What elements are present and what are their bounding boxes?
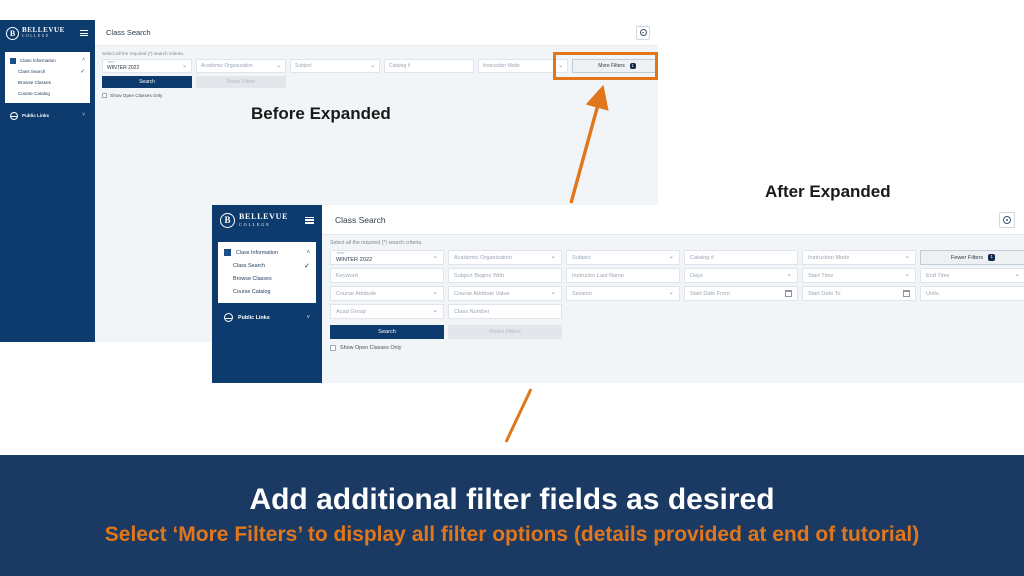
grid-icon: [224, 249, 231, 256]
chevron-down-icon[interactable]: ⌄: [433, 308, 438, 315]
search-button[interactable]: Search: [330, 325, 444, 339]
field-term[interactable]: Term * WINTER 2022 ⌄: [330, 250, 444, 265]
field-placeholder: Days: [690, 272, 703, 279]
field-placeholder: Start Date From: [690, 290, 730, 297]
field-class-number[interactable]: Class Number: [448, 304, 562, 319]
field-instructor-last-name[interactable]: Instructor Last Name: [566, 268, 680, 283]
chevron-down-icon[interactable]: ⌄: [551, 290, 556, 297]
field-subject[interactable]: Subject ⌄: [566, 250, 680, 265]
footer-subtext: Select ‘More Filters’ to display all fil…: [104, 523, 920, 547]
show-open-classes-row[interactable]: Show Open Classes Only: [330, 345, 401, 351]
footer-connector-line: [504, 388, 533, 443]
brand-line1: BELLEVUE: [239, 212, 289, 222]
field-course-attribute-value[interactable]: Course Attribute Value ⌄: [448, 286, 562, 301]
arrow-line: [569, 84, 609, 204]
field-session[interactable]: Session ⌄: [566, 286, 680, 301]
chevron-down-icon[interactable]: ⌄: [905, 272, 910, 279]
seal-icon: B: [220, 212, 235, 228]
field-placeholder: Course Attribute Value: [454, 290, 510, 297]
field-placeholder: Start Time: [808, 272, 834, 279]
field-start-date-from[interactable]: Start Date From: [684, 286, 798, 301]
chevron-down-icon[interactable]: ⌄: [1015, 272, 1020, 279]
brand-line2: C O L L E G E: [239, 221, 270, 227]
show-open-classes-label: Show Open Classes Only: [340, 345, 402, 351]
field-placeholder: Session: [572, 290, 592, 297]
chevron-down-icon[interactable]: ⌄: [905, 254, 910, 261]
gear-icon: [1003, 215, 1011, 224]
field-placeholder: Units: [926, 290, 939, 297]
fewer-filters-label: Fewer Filters: [950, 254, 984, 261]
field-placeholder: Class Number: [454, 308, 490, 315]
sidebar-item-label: Course Catalog: [233, 288, 271, 295]
chevron-down-icon[interactable]: ⌄: [551, 254, 556, 261]
nav-group-class-information[interactable]: Class Information ˄: [218, 246, 316, 259]
footer-headline: Add additional filter fields as desired: [249, 483, 775, 517]
hamburger-menu-icon[interactable]: [305, 216, 314, 224]
chevron-up-icon[interactable]: ˄: [306, 250, 310, 256]
field-academic-organization[interactable]: Academic Organization ⌄: [448, 250, 562, 265]
after-expanded-window: B BELLEVUE C O L L E G E Class Informati…: [212, 205, 1024, 383]
field-days[interactable]: Days ⌄: [684, 268, 798, 283]
field-placeholder: Keyword: [336, 272, 358, 279]
top-bar: Class Search: [322, 205, 1024, 235]
sidebar-item-public-links[interactable]: Public Links ˅: [212, 311, 322, 324]
field-placeholder: Subject: [572, 254, 591, 261]
field-placeholder: Academic Organization: [454, 254, 512, 261]
field-value: WINTER 2022: [336, 257, 373, 264]
sidebar-item-label: Browse Classes: [233, 275, 272, 282]
field-start-time[interactable]: Start Time ⌄: [802, 268, 916, 283]
chevron-down-icon[interactable]: ˅: [306, 315, 310, 321]
search-button-label: Search: [378, 329, 396, 335]
footer-banner: Add additional filter fields as desired …: [0, 455, 1024, 576]
globe-icon: [224, 313, 233, 322]
after-expanded-caption: After Expanded: [765, 182, 891, 201]
field-course-attribute[interactable]: Course Attribute ⌄: [330, 286, 444, 301]
chevron-down-icon[interactable]: ⌄: [669, 290, 674, 297]
field-mini-label: Term *: [336, 251, 347, 255]
field-placeholder: Start Date To: [808, 290, 841, 297]
check-icon: ✓: [304, 262, 310, 270]
chevron-down-icon[interactable]: ⌄: [433, 290, 438, 297]
field-placeholder: Catalog #: [690, 254, 714, 261]
field-acad-group[interactable]: Acad Group ⌄: [330, 304, 444, 319]
field-instruction-mode[interactable]: Instruction Mode ⌄: [802, 250, 916, 265]
bellevue-college-logo: B BELLEVUE C O L L E G E: [220, 212, 289, 228]
fewer-filters-badge: 1: [988, 254, 996, 261]
field-placeholder: Acad Group: [336, 308, 366, 315]
sidebar: B BELLEVUE C O L L E G E Class Informati…: [212, 205, 322, 383]
chevron-down-icon[interactable]: ⌄: [433, 254, 438, 261]
field-placeholder: Course Attribute: [336, 290, 377, 297]
field-subject-begins-with[interactable]: Subject Begins With: [448, 268, 562, 283]
nav-group-label: Class Information: [236, 249, 278, 256]
calendar-icon[interactable]: [785, 290, 792, 297]
nav-card: Class Information ˄ Class Search ✓ Brows…: [218, 242, 316, 303]
field-end-time[interactable]: End Time ⌄: [920, 268, 1024, 283]
field-units[interactable]: Units: [920, 286, 1024, 301]
chevron-down-icon[interactable]: ⌄: [787, 272, 792, 279]
reset-filters-label: Reset Filters: [489, 329, 521, 335]
reset-filters-button[interactable]: Reset Filters: [448, 325, 562, 339]
sidebar-item-browse-classes[interactable]: Browse Classes: [218, 272, 316, 285]
chevron-down-icon[interactable]: ⌄: [669, 254, 674, 261]
calendar-icon[interactable]: [903, 290, 910, 297]
field-placeholder: Instruction Mode: [808, 254, 850, 261]
show-open-classes-checkbox[interactable]: [330, 345, 336, 351]
main-content: Class Search Select all the required (*)…: [322, 205, 1024, 383]
sidebar-item-course-catalog[interactable]: Course Catalog: [218, 285, 316, 298]
settings-button[interactable]: [999, 211, 1015, 228]
sidebar-item-label: Class Search: [233, 262, 266, 269]
criteria-note: Select all the required (*) search crite…: [330, 240, 423, 246]
field-placeholder: Instructor Last Name: [572, 272, 624, 279]
field-catalog-number[interactable]: Catalog #: [684, 250, 798, 265]
public-links-label: Public Links: [238, 314, 270, 321]
field-placeholder: Subject Begins With: [454, 272, 505, 279]
field-placeholder: End Time: [926, 272, 950, 279]
sidebar-item-class-search[interactable]: Class Search ✓: [218, 259, 316, 272]
field-start-date-to[interactable]: Start Date To: [802, 286, 916, 301]
page-title: Class Search: [335, 214, 386, 225]
fewer-filters-button[interactable]: Fewer Filters 1: [920, 250, 1024, 265]
brand-header: B BELLEVUE C O L L E G E: [212, 205, 322, 235]
field-keyword[interactable]: Keyword: [330, 268, 444, 283]
